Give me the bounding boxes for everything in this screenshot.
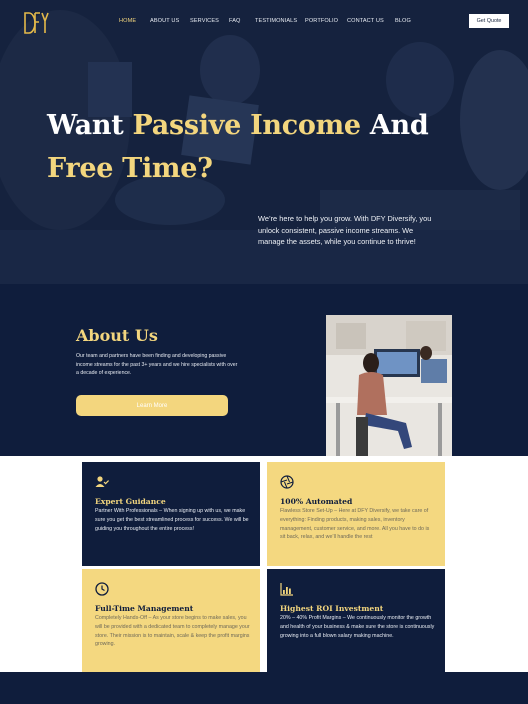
office-worker-photo bbox=[326, 315, 452, 465]
feature-title: 100% Automated bbox=[280, 497, 353, 506]
feature-title: Expert Guidance bbox=[95, 497, 166, 506]
feature-title: Highest ROI Investment bbox=[280, 604, 384, 613]
hero-title-part2: And bbox=[360, 110, 429, 141]
nav-item-about-us[interactable]: ABOUT US bbox=[150, 18, 179, 24]
clock-icon bbox=[95, 582, 109, 596]
feature-card-full-time-management: Full-Time Management Completely Hands-Of… bbox=[82, 569, 260, 673]
about-section: About Us Our team and partners have been… bbox=[0, 284, 528, 465]
feature-card-automated: 100% Automated Flawless Store Set-Up – H… bbox=[267, 462, 445, 566]
feature-card-highest-roi: Highest ROI Investment 20% – 40% Profit … bbox=[267, 569, 445, 673]
get-quote-button[interactable]: Get Quote bbox=[469, 14, 509, 28]
dfy-logo-icon[interactable] bbox=[22, 9, 50, 37]
about-text: Our team and partners have been finding … bbox=[76, 353, 238, 377]
feature-card-expert-guidance: Expert Guidance Partner With Professiona… bbox=[82, 462, 260, 566]
nav-item-home[interactable]: HOME bbox=[119, 18, 136, 24]
feature-text: 20% – 40% Profit Margins – We continuous… bbox=[280, 615, 435, 639]
hero-title-gold1: Passive Income bbox=[132, 110, 361, 141]
nav-item-blog[interactable]: BLOG bbox=[395, 18, 411, 24]
user-check-icon bbox=[95, 476, 109, 487]
nav-item-contact-us[interactable]: CONTACT US bbox=[347, 18, 384, 24]
nav-item-services[interactable]: SERVICES bbox=[190, 18, 219, 24]
feature-text: Completely Hands-Off – As your store beg… bbox=[95, 615, 250, 648]
feature-text: Partner With Professionals – When signin… bbox=[95, 508, 249, 532]
about-title: About Us bbox=[76, 326, 158, 345]
hero-section: HOME ABOUT US SERVICES FAQ TESTIMONIALS … bbox=[0, 0, 528, 284]
nav-item-faq[interactable]: FAQ bbox=[229, 18, 241, 24]
aperture-icon bbox=[280, 475, 294, 489]
feature-text: Flawless Store Set-Up – Here at DFY Dive… bbox=[280, 508, 430, 541]
hero-title: Want Passive Income And Free Time? bbox=[47, 104, 487, 190]
bar-chart-icon bbox=[280, 583, 293, 596]
nav-item-portfolio[interactable]: PORTFOLIO bbox=[305, 18, 338, 24]
features-section: Expert Guidance Partner With Professiona… bbox=[0, 456, 528, 673]
hero-subtitle: We’re here to help you grow. With DFY Di… bbox=[258, 214, 432, 247]
hero-title-gold2: Free Time? bbox=[47, 153, 213, 184]
hero-title-part1: Want bbox=[47, 110, 133, 141]
learn-more-button[interactable]: Learn More bbox=[76, 395, 228, 416]
nav-item-testimonials[interactable]: TESTIMONIALS bbox=[255, 18, 297, 24]
feature-title: Full-Time Management bbox=[95, 604, 194, 613]
footer-band bbox=[0, 672, 528, 704]
